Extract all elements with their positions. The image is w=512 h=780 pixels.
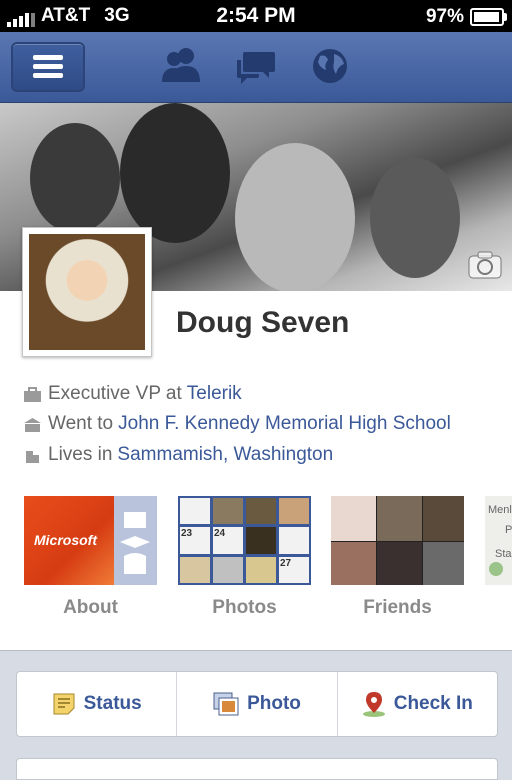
info-location-prefix: Lives in — [48, 444, 113, 465]
messages-icon[interactable] — [235, 46, 277, 86]
microsoft-logo-text: Microsoft — [34, 532, 97, 548]
photo-number-23: 23 — [180, 527, 210, 554]
note-icon — [53, 693, 75, 715]
info-education-prefix: Went to — [48, 413, 114, 434]
info-work: Executive VP at Telerik — [24, 383, 242, 405]
tile-photos[interactable]: 23 24 27 — [178, 496, 311, 585]
status-bar: AT&T 3G 2:54 PM 97% — [0, 0, 512, 32]
building-icon — [26, 450, 39, 463]
info-education: Went to John F. Kennedy Memorial High Sc… — [24, 413, 451, 435]
menu-button[interactable] — [11, 42, 85, 92]
check-in-button[interactable]: Check In — [338, 672, 497, 736]
battery-icon — [470, 8, 507, 26]
tile-label-photos[interactable]: Photos — [178, 597, 311, 619]
action-bar: Status Photo Check In — [16, 671, 498, 737]
profile-name: Doug Seven — [176, 306, 350, 339]
status-button[interactable]: Status — [17, 672, 178, 736]
info-education-link[interactable]: John F. Kennedy Memorial High School — [118, 413, 451, 435]
map-text-1: Menlo — [488, 504, 512, 516]
info-work-prefix: Executive VP at — [48, 383, 182, 404]
tile-map[interactable]: Menlo P Sta — [485, 496, 512, 585]
tile-label-friends[interactable]: Friends — [331, 597, 464, 619]
tile-friends[interactable] — [331, 496, 464, 585]
info-work-link[interactable]: Telerik — [187, 383, 242, 405]
battery-group: 97% — [425, 6, 507, 28]
info-location-link[interactable]: Sammamish, Washington — [117, 444, 333, 466]
divider — [0, 650, 512, 651]
camera-icon[interactable] — [468, 251, 502, 279]
location-pin-icon — [362, 692, 385, 717]
briefcase-icon — [24, 386, 41, 402]
photo-number-27: 27 — [279, 556, 309, 583]
photo-button[interactable]: Photo — [177, 672, 338, 736]
graduation-icon — [120, 512, 150, 574]
check-in-label: Check In — [393, 693, 473, 714]
photo-label: Photo — [247, 693, 301, 714]
tile-about[interactable]: Microsoft — [24, 496, 157, 585]
school-icon — [24, 417, 41, 432]
tile-label-about[interactable]: About — [24, 597, 157, 619]
nav-bar — [0, 32, 512, 103]
status-label: Status — [83, 693, 142, 714]
profile-picture[interactable] — [22, 227, 152, 357]
battery-label: 97% — [425, 6, 464, 27]
map-text-3: Sta — [495, 548, 512, 560]
friends-icon[interactable] — [160, 46, 204, 86]
info-location: Lives in Sammamish, Washington — [24, 444, 333, 466]
globe-icon[interactable] — [310, 46, 350, 86]
photo-number-24: 24 — [213, 527, 243, 554]
map-text-2: P — [505, 524, 512, 536]
next-card — [16, 758, 498, 780]
photo-icon — [213, 692, 239, 716]
